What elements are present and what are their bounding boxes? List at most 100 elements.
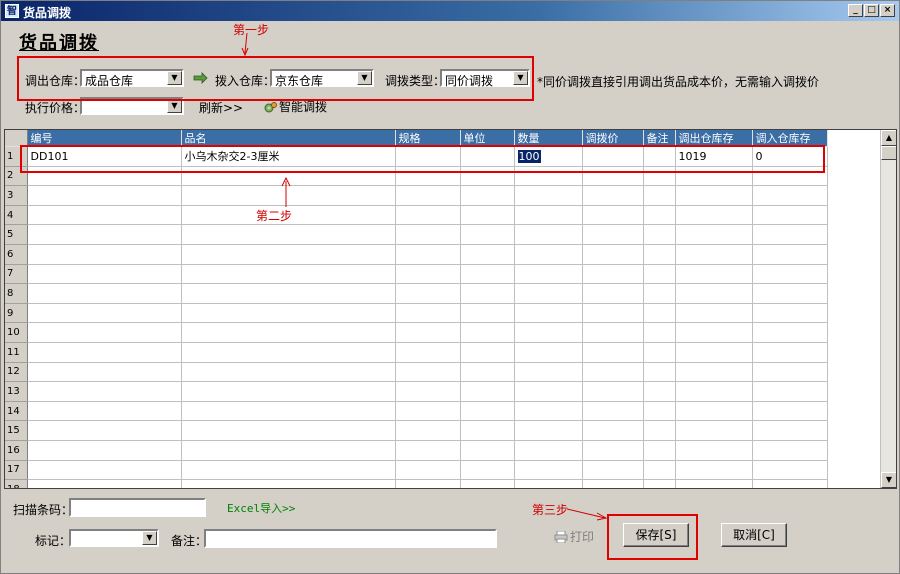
- table-row[interactable]: 9: [5, 303, 828, 324]
- table-cell[interactable]: [643, 381, 676, 402]
- table-cell[interactable]: [752, 342, 828, 363]
- table-cell[interactable]: [514, 401, 583, 422]
- table-cell[interactable]: [582, 185, 644, 206]
- table-cell[interactable]: [460, 224, 515, 245]
- table-cell[interactable]: [514, 283, 583, 304]
- table-cell[interactable]: [582, 362, 644, 383]
- table-cell[interactable]: [582, 283, 644, 304]
- cancel-button[interactable]: 取消[C]: [721, 523, 787, 547]
- table-row[interactable]: 18: [5, 479, 828, 488]
- table-cell[interactable]: [181, 322, 396, 343]
- table-cell[interactable]: [514, 460, 583, 481]
- table-cell[interactable]: [752, 264, 828, 285]
- table-cell[interactable]: [514, 205, 583, 226]
- table-row[interactable]: 12: [5, 362, 828, 383]
- table-cell[interactable]: [460, 460, 515, 481]
- table-cell[interactable]: [395, 264, 461, 285]
- table-cell[interactable]: [582, 342, 644, 363]
- table-cell[interactable]: [181, 362, 396, 383]
- table-cell[interactable]: [395, 205, 461, 226]
- table-cell[interactable]: [395, 185, 461, 206]
- table-cell[interactable]: [460, 283, 515, 304]
- table-cell[interactable]: [460, 362, 515, 383]
- chevron-down-icon[interactable]: ▼: [167, 99, 182, 113]
- table-cell[interactable]: [514, 420, 583, 441]
- table-row[interactable]: 4: [5, 205, 828, 226]
- refresh-link[interactable]: 刷新>>: [199, 99, 243, 116]
- table-cell[interactable]: [514, 440, 583, 461]
- table-cell[interactable]: [675, 362, 753, 383]
- table-cell[interactable]: [181, 479, 396, 488]
- print-button[interactable]: 打印: [554, 528, 594, 545]
- table-cell[interactable]: [460, 420, 515, 441]
- table-cell[interactable]: [675, 322, 753, 343]
- table-cell[interactable]: [395, 420, 461, 441]
- table-cell[interactable]: [582, 224, 644, 245]
- table-cell[interactable]: [514, 479, 583, 488]
- table-cell[interactable]: [675, 342, 753, 363]
- table-cell[interactable]: [643, 440, 676, 461]
- table-cell[interactable]: [27, 479, 182, 488]
- table-cell[interactable]: [460, 342, 515, 363]
- table-cell[interactable]: [752, 303, 828, 324]
- table-cell[interactable]: [643, 264, 676, 285]
- table-row[interactable]: 7: [5, 264, 828, 285]
- scroll-thumb[interactable]: [881, 146, 896, 160]
- table-cell[interactable]: [514, 362, 583, 383]
- table-cell[interactable]: [675, 205, 753, 226]
- table-cell[interactable]: [582, 322, 644, 343]
- table-cell[interactable]: [181, 244, 396, 265]
- table-cell[interactable]: [675, 283, 753, 304]
- table-row[interactable]: 3: [5, 185, 828, 206]
- table-cell[interactable]: [27, 303, 182, 324]
- table-cell[interactable]: [460, 244, 515, 265]
- table-cell[interactable]: [582, 303, 644, 324]
- table-cell[interactable]: [582, 205, 644, 226]
- table-cell[interactable]: [181, 224, 396, 245]
- table-cell[interactable]: [752, 244, 828, 265]
- table-row[interactable]: 13: [5, 381, 828, 402]
- table-cell[interactable]: [514, 381, 583, 402]
- table-cell[interactable]: [27, 322, 182, 343]
- table-cell[interactable]: [27, 460, 182, 481]
- table-cell[interactable]: [181, 264, 396, 285]
- table-cell[interactable]: [395, 479, 461, 488]
- table-row[interactable]: 17: [5, 460, 828, 481]
- scan-barcode-input[interactable]: [69, 498, 206, 517]
- table-cell[interactable]: [181, 342, 396, 363]
- table-cell[interactable]: [752, 362, 828, 383]
- table-cell[interactable]: [514, 303, 583, 324]
- table-cell[interactable]: [675, 264, 753, 285]
- table-cell[interactable]: [643, 342, 676, 363]
- close-button[interactable]: ×: [880, 4, 895, 17]
- table-cell[interactable]: [395, 342, 461, 363]
- table-row[interactable]: 15: [5, 420, 828, 441]
- table-cell[interactable]: [752, 322, 828, 343]
- table-cell[interactable]: [395, 440, 461, 461]
- table-cell[interactable]: [181, 303, 396, 324]
- table-cell[interactable]: [181, 420, 396, 441]
- table-cell[interactable]: [181, 460, 396, 481]
- table-cell[interactable]: [643, 362, 676, 383]
- table-cell[interactable]: [643, 303, 676, 324]
- table-cell[interactable]: [643, 420, 676, 441]
- table-cell[interactable]: [582, 401, 644, 422]
- table-row[interactable]: 8: [5, 283, 828, 304]
- table-cell[interactable]: [27, 342, 182, 363]
- table-cell[interactable]: [181, 283, 396, 304]
- table-cell[interactable]: [582, 244, 644, 265]
- table-cell[interactable]: [752, 185, 828, 206]
- table-row[interactable]: 10: [5, 322, 828, 343]
- table-cell[interactable]: [27, 420, 182, 441]
- table-cell[interactable]: [643, 244, 676, 265]
- table-cell[interactable]: [675, 420, 753, 441]
- scroll-up-icon[interactable]: ▲: [881, 130, 896, 146]
- table-cell[interactable]: [675, 381, 753, 402]
- table-cell[interactable]: [752, 205, 828, 226]
- table-cell[interactable]: [582, 381, 644, 402]
- table-cell[interactable]: [395, 224, 461, 245]
- items-grid[interactable]: 编号 品名 规格 单位 数量 调拨价 备注 调出仓库存 调入仓库存 1 DD101 小乌木杂交2-3…: [4, 129, 897, 489]
- table-cell[interactable]: [752, 440, 828, 461]
- table-cell[interactable]: [27, 401, 182, 422]
- table-row[interactable]: 16: [5, 440, 828, 461]
